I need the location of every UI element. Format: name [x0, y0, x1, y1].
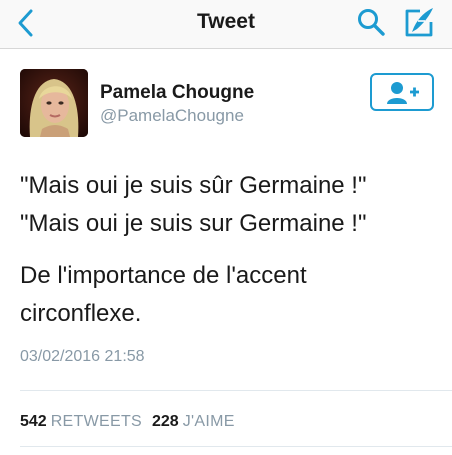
avatar[interactable] [20, 69, 88, 137]
likes-count[interactable]: 228 [152, 413, 179, 430]
retweets-count[interactable]: 542 [20, 413, 47, 430]
tweet-text-line: De l'importance de l'accent [20, 262, 307, 289]
compose-tweet-icon [405, 8, 433, 37]
tweet-stats: 542 RETWEETS 228 J'AIME [20, 413, 245, 431]
compose-tweet-button[interactable] [402, 5, 436, 39]
navigation-bar: Tweet [0, 0, 452, 49]
tweet-text-line: "Mais oui je suis sur Germaine !" [20, 210, 367, 237]
divider [20, 390, 452, 391]
likes-label[interactable]: J'AIME [183, 413, 235, 430]
follow-button[interactable] [370, 73, 434, 111]
author-display-name[interactable]: Pamela Chougne [100, 82, 254, 104]
profile-photo [20, 69, 88, 137]
tweet-text-line: circonflexe. [20, 300, 142, 327]
tweet-text-line: "Mais oui je suis sûr Germaine !" [20, 172, 367, 199]
tweet-timestamp: 03/02/2016 21:58 [20, 348, 145, 365]
search-icon [358, 9, 385, 36]
search-button[interactable] [356, 7, 386, 37]
divider [20, 446, 452, 447]
follow-user-icon [387, 82, 419, 104]
retweets-label[interactable]: RETWEETS [51, 413, 142, 430]
author-handle[interactable]: @PamelaChougne [100, 106, 244, 126]
